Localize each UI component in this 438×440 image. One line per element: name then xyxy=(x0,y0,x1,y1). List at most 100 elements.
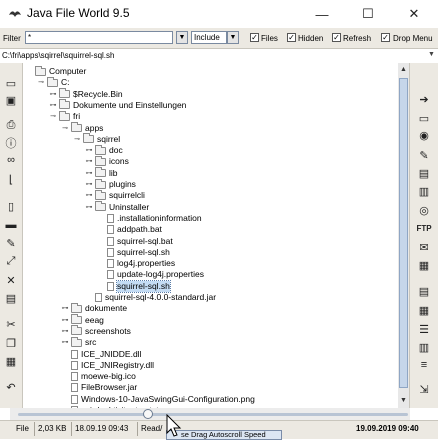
tree-expand-toggle-icon[interactable]: ⊶ xyxy=(85,145,93,156)
scroll-down-icon[interactable]: ▼ xyxy=(398,395,409,406)
tree-folder-row[interactable]: ⊸ fri xyxy=(49,110,80,122)
tree-file-row[interactable]: squirrel-sql.sh xyxy=(97,247,170,258)
expand-icon[interactable]: ⤢ xyxy=(4,254,18,268)
folder-icon xyxy=(59,88,70,99)
grid-icon[interactable]: ▦ xyxy=(417,303,431,317)
notes-icon[interactable]: ✎ xyxy=(417,148,431,162)
binoculars-icon[interactable]: ∞ xyxy=(4,153,18,167)
hidden-checkbox[interactable]: ✓ xyxy=(287,33,296,42)
tree-file-row[interactable]: squirrel-sql.sh xyxy=(97,279,171,293)
path-dropdown-icon[interactable]: ▼ xyxy=(428,51,435,58)
ftp-icon[interactable]: FTP xyxy=(416,221,431,235)
eye-icon[interactable]: ◉ xyxy=(417,128,431,142)
slider-thumb[interactable] xyxy=(143,409,153,419)
delete-icon[interactable]: ✕ xyxy=(4,273,18,287)
open-file-icon[interactable]: ▤ xyxy=(417,166,431,180)
tree-expand-toggle-icon[interactable]: ⊶ xyxy=(49,100,57,111)
calculator-icon[interactable]: ▦ xyxy=(417,258,431,272)
edit-icon[interactable]: ✎ xyxy=(4,236,18,250)
close-button[interactable]: ✕ xyxy=(391,0,437,28)
refresh-checkbox[interactable]: ✓ xyxy=(332,33,341,42)
tree-file-row[interactable]: FileBrowser.jar xyxy=(61,382,137,393)
paste-icon[interactable]: ▦ xyxy=(4,354,18,368)
properties-icon[interactable]: ▤ xyxy=(417,284,431,298)
pdf-icon[interactable]: ▥ xyxy=(417,184,431,198)
slider-track[interactable] xyxy=(18,413,408,416)
page-icon[interactable]: ▭ xyxy=(4,76,18,90)
tree-folder-row[interactable]: ⊶ Dokumente und Einstellungen xyxy=(49,99,186,111)
tree-expand-toggle-icon[interactable]: ⊶ xyxy=(85,202,93,213)
monitor-icon[interactable]: ▭ xyxy=(417,111,431,125)
tree-expand-toggle-icon[interactable]: ⊶ xyxy=(85,179,93,190)
list-icon[interactable]: ☰ xyxy=(417,322,431,336)
tree-file-row[interactable]: Windows-10-JavaSwingGui-Configuration.pn… xyxy=(61,394,255,405)
tree-file-row[interactable]: ICE_JNIDDE.dll xyxy=(61,349,141,360)
tree-file-row[interactable]: addpath.bat xyxy=(97,224,162,235)
text-icon[interactable]: ≡ xyxy=(417,358,431,372)
tree-expand-toggle-icon[interactable]: ⊸ xyxy=(37,77,45,88)
tree-folder-row[interactable]: ⊸ apps xyxy=(61,122,103,134)
clipboard-icon[interactable]: ▤ xyxy=(4,291,18,305)
mode-select[interactable]: Include xyxy=(191,31,227,44)
blank-doc-icon[interactable]: ▯ xyxy=(4,199,18,213)
mode-dropdown-button[interactable]: ▼ xyxy=(227,31,239,44)
folder-icon[interactable]: ▬ xyxy=(4,218,18,232)
tree-folder-row[interactable]: ⊶ lib xyxy=(85,167,118,179)
vertical-scroll-thumb[interactable] xyxy=(399,78,408,388)
tree-expand-toggle-icon[interactable]: ⊸ xyxy=(73,134,81,145)
tree-file-row[interactable]: moewe-big.ico xyxy=(61,371,136,382)
tree-folder-row[interactable]: ⊶ icons xyxy=(85,155,129,167)
folder-icon xyxy=(95,144,106,155)
tree-file-row[interactable]: log4j.properties xyxy=(97,258,175,269)
file-tree[interactable]: Computer ⊸ C: ⊶ $Recycle.Bin ⊶ Dokumente und E… xyxy=(23,63,398,408)
filter-dropdown-button[interactable]: ▼ xyxy=(176,31,188,44)
arrow-right-icon[interactable]: ➔ xyxy=(417,92,431,106)
tree-file-row[interactable]: squirrel-sql-4.0.0-standard.jar xyxy=(85,292,216,303)
tree-folder-row[interactable]: ⊶ screenshots xyxy=(61,325,131,337)
tree-folder-row[interactable]: ⊶ $Recycle.Bin xyxy=(49,88,123,100)
tree-folder-row[interactable]: ⊸ C: xyxy=(37,76,70,88)
tree-folder-row[interactable]: Computer xyxy=(25,65,86,77)
maximize-button[interactable]: ☐ xyxy=(345,0,391,28)
tree-folder-row[interactable]: ⊸ sqirrel xyxy=(73,133,120,145)
tree-folder-row[interactable]: ⊶ eeag xyxy=(61,314,104,326)
save-icon[interactable]: ▣ xyxy=(4,93,18,107)
tree-expand-toggle-icon[interactable]: ⊶ xyxy=(49,89,57,100)
tree-folder-row[interactable]: ⊶ squirrelcli xyxy=(85,189,145,201)
filter-input[interactable]: * xyxy=(25,31,173,44)
compress-icon[interactable]: ◎ xyxy=(417,203,431,217)
tree-file-row[interactable]: .installationinformation xyxy=(97,213,202,224)
scroll-up-icon[interactable]: ▲ xyxy=(398,64,409,75)
minimize-button[interactable]: — xyxy=(299,0,345,28)
tree-folder-row[interactable]: ⊶ plugins xyxy=(85,178,136,190)
tree-file-row[interactable]: update-log4j.properties xyxy=(97,269,204,280)
drop-menu-checkbox[interactable]: ✓ xyxy=(381,33,390,42)
hook-icon[interactable]: ⌊ xyxy=(4,172,18,186)
tree-file-row[interactable]: ICE_JNIRegistry.dll xyxy=(61,360,154,371)
files-checkbox[interactable]: ✓ xyxy=(250,33,259,42)
tree-expand-toggle-icon[interactable]: ⊶ xyxy=(61,337,69,348)
tree-expand-toggle-icon[interactable]: ⊶ xyxy=(61,326,69,337)
tree-item-label: lib xyxy=(109,167,118,178)
tree-folder-row[interactable]: ⊶ dokumente xyxy=(61,302,127,314)
details-icon[interactable]: ▥ xyxy=(417,340,431,354)
scissors-icon[interactable]: ✂ xyxy=(4,317,18,331)
tree-expand-toggle-icon[interactable]: ⊶ xyxy=(61,315,69,326)
tree-expand-toggle-icon[interactable]: ⊶ xyxy=(85,156,93,167)
tree-folder-row[interactable]: ⊶ Uninstaller xyxy=(85,201,149,213)
export-icon[interactable]: ⇲ xyxy=(417,382,431,396)
tree-expand-toggle-icon[interactable]: ⊶ xyxy=(85,168,93,179)
current-path[interactable]: C:\fri\apps\sqirrel\squirrel-sql.sh xyxy=(2,51,114,60)
tree-expand-toggle-icon[interactable]: ⊸ xyxy=(49,111,57,122)
mail-icon[interactable]: ✉ xyxy=(417,240,431,254)
copy-icon[interactable]: ❐ xyxy=(4,336,18,350)
tree-file-row[interactable]: squirrel-sql.bat xyxy=(97,236,173,247)
print-icon[interactable]: ⎙ xyxy=(4,118,18,132)
info-icon[interactable]: ⓘ xyxy=(4,136,18,150)
undo-icon[interactable]: ↶ xyxy=(4,380,18,394)
tree-expand-toggle-icon[interactable]: ⊶ xyxy=(85,190,93,201)
tree-expand-toggle-icon[interactable]: ⊶ xyxy=(61,303,69,314)
tree-folder-row[interactable]: ⊶ src xyxy=(61,336,96,348)
tree-expand-toggle-icon[interactable]: ⊸ xyxy=(61,123,69,134)
tree-folder-row[interactable]: ⊶ doc xyxy=(85,144,123,156)
